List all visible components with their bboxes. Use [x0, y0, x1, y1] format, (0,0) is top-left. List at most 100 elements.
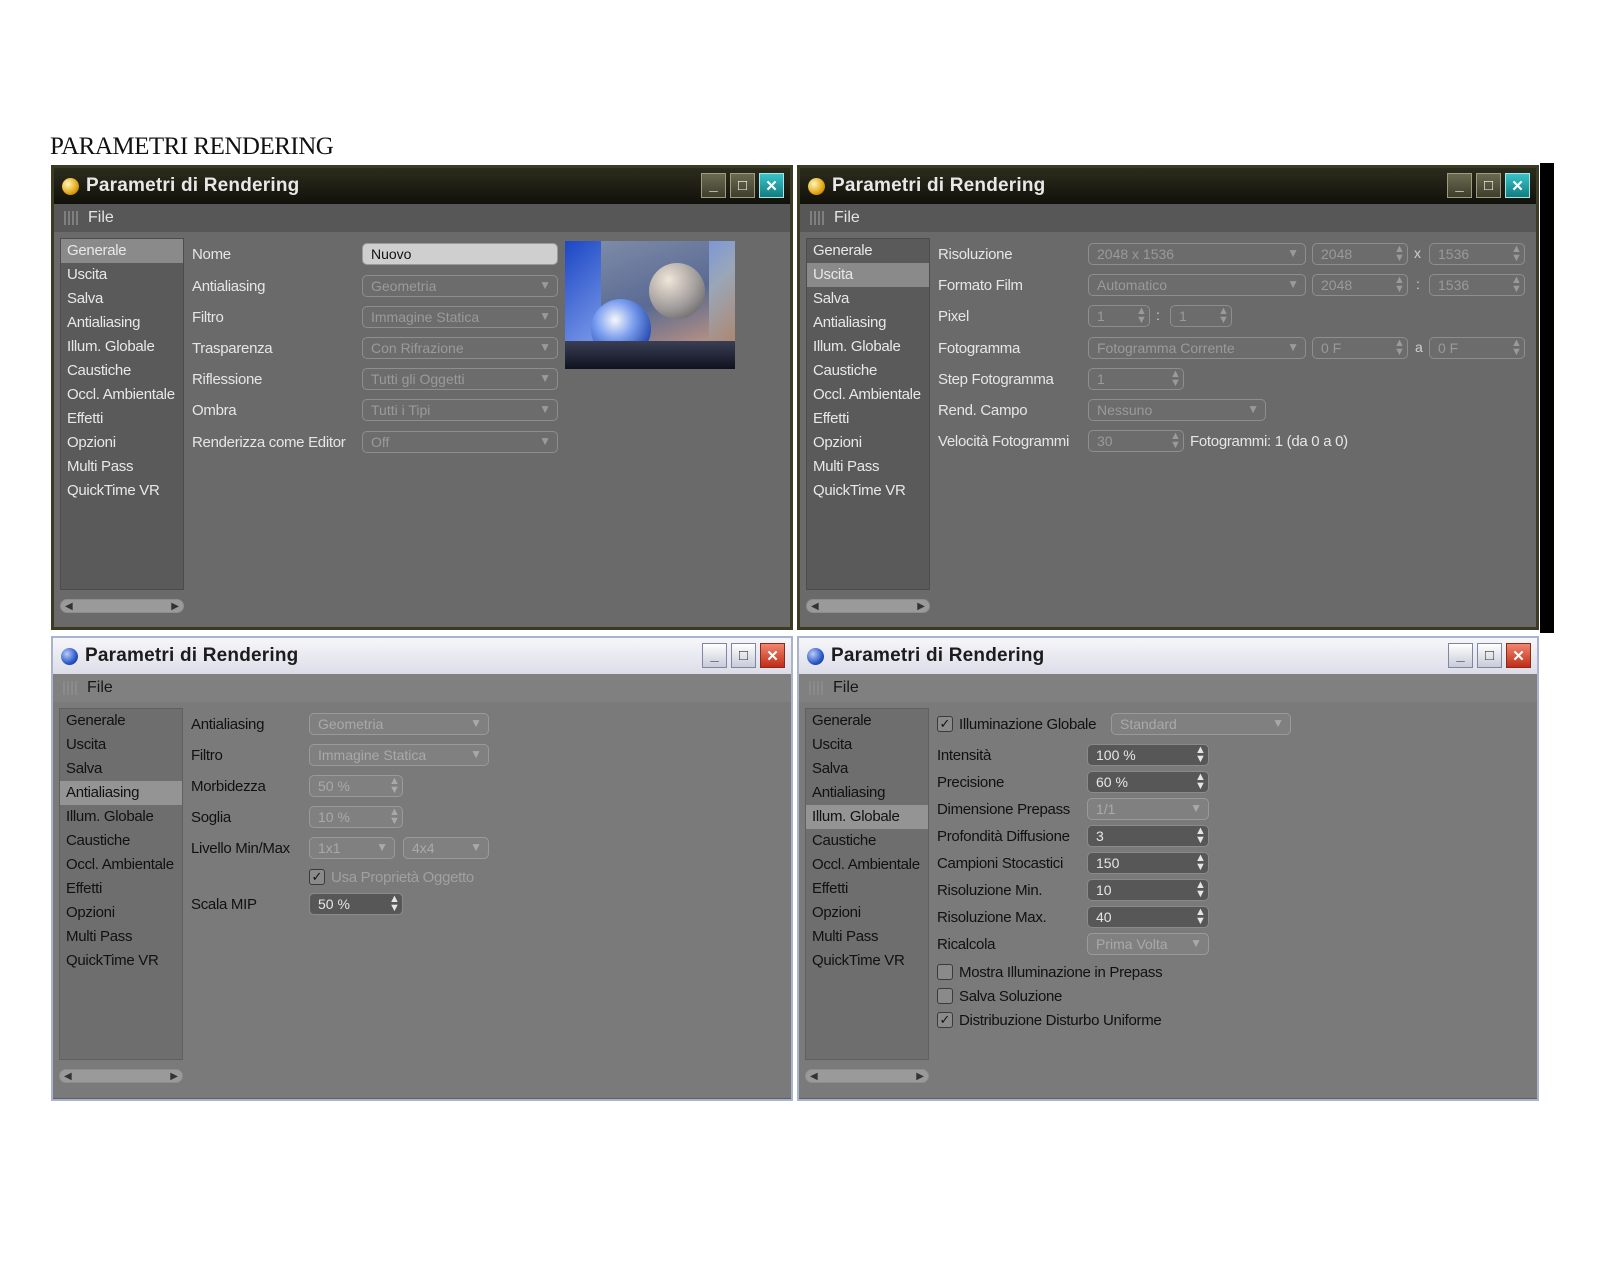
sidebar-item-salva[interactable]: Salva — [60, 757, 182, 781]
close-button[interactable]: ✕ — [759, 173, 784, 198]
sidebar-scrollbar[interactable]: ◀ ▶ — [805, 1069, 929, 1083]
step-fotogramma-field[interactable]: 1 ▲ ▼ — [1088, 368, 1184, 390]
scroll-left-icon[interactable]: ◀ — [810, 1071, 818, 1082]
spinner-icon[interactable]: ▲ ▼ — [1195, 826, 1206, 846]
scroll-right-icon[interactable]: ▶ — [171, 601, 179, 612]
sidebar-item-opzioni[interactable]: Opzioni — [61, 431, 183, 455]
sidebar-item-generale[interactable]: Generale — [806, 709, 928, 733]
scala-mip-field[interactable]: 50 % ▲ ▼ — [309, 893, 403, 915]
nome-input[interactable]: Nuovo — [362, 243, 558, 265]
sidebar-scrollbar[interactable]: ◀ ▶ — [59, 1069, 183, 1083]
dimensione-prepass-select[interactable]: 1/1 ▼ — [1087, 798, 1209, 820]
res-width-field[interactable]: 2048 ▲ ▼ — [1312, 243, 1408, 265]
sidebar-item-uscita[interactable]: Uscita — [60, 733, 182, 757]
sidebar-item-illum-globale[interactable]: Illum. Globale — [806, 805, 928, 829]
sidebar-item-occl-ambientale[interactable]: Occl. Ambientale — [806, 853, 928, 877]
sidebar-item-multi-pass[interactable]: Multi Pass — [60, 925, 182, 949]
velocita-fotogrammi-field[interactable]: 30 ▲ ▼ — [1088, 430, 1184, 452]
sidebar-item-antialiasing[interactable]: Antialiasing — [60, 781, 182, 805]
trasparenza-select[interactable]: Con Rifrazione ▼ — [362, 337, 558, 359]
close-button[interactable]: ✕ — [1505, 173, 1530, 198]
sidebar-item-quicktime-vr[interactable]: QuickTime VR — [61, 479, 183, 503]
menu-file[interactable]: File — [833, 679, 859, 697]
renderizza-editor-select[interactable]: Off ▼ — [362, 431, 558, 453]
risoluzione-select[interactable]: 2048 x 1536 ▼ — [1088, 243, 1306, 265]
precisione-field[interactable]: 60 % ▲ ▼ — [1087, 771, 1209, 793]
spinner-icon[interactable]: ▲ ▼ — [1195, 745, 1206, 765]
spinner-icon[interactable]: ▲ ▼ — [1195, 853, 1206, 873]
pixel-b-field[interactable]: 1 ▲ ▼ — [1170, 305, 1232, 327]
sidebar-item-uscita[interactable]: Uscita — [61, 263, 183, 287]
scroll-left-icon[interactable]: ◀ — [811, 601, 819, 612]
sidebar-item-antialiasing[interactable]: Antialiasing — [61, 311, 183, 335]
illuminazione-globale-checkbox[interactable]: ✓ — [937, 716, 953, 732]
profondita-diffusione-field[interactable]: 3 ▲ ▼ — [1087, 825, 1209, 847]
sidebar-item-generale[interactable]: Generale — [60, 709, 182, 733]
title-bar[interactable]: Parametri di Rendering _ □ ✕ — [54, 168, 790, 204]
campioni-stocastici-field[interactable]: 150 ▲ ▼ — [1087, 852, 1209, 874]
minimize-button[interactable]: _ — [1447, 173, 1472, 198]
minimize-button[interactable]: _ — [701, 173, 726, 198]
sidebar-scrollbar[interactable]: ◀ ▶ — [60, 599, 184, 613]
frame-to-field[interactable]: 0 F ▲ ▼ — [1429, 337, 1525, 359]
sidebar-item-occl-ambientale[interactable]: Occl. Ambientale — [61, 383, 183, 407]
sidebar-item-effetti[interactable]: Effetti — [807, 407, 929, 431]
sidebar-item-salva[interactable]: Salva — [806, 757, 928, 781]
risoluzione-max-field[interactable]: 40 ▲ ▼ — [1087, 906, 1209, 928]
spinner-icon[interactable]: ▲ ▼ — [1511, 244, 1522, 264]
spinner-icon[interactable]: ▲ ▼ — [1195, 907, 1206, 927]
film-width-field[interactable]: 2048 ▲ ▼ — [1312, 274, 1408, 296]
menu-file[interactable]: File — [87, 679, 113, 697]
scroll-left-icon[interactable]: ◀ — [64, 1071, 72, 1082]
spinner-icon[interactable]: ▲ ▼ — [1195, 880, 1206, 900]
sidebar-item-multi-pass[interactable]: Multi Pass — [807, 455, 929, 479]
sidebar-item-salva[interactable]: Salva — [807, 287, 929, 311]
maximize-button[interactable]: □ — [1476, 173, 1501, 198]
sidebar-item-multi-pass[interactable]: Multi Pass — [61, 455, 183, 479]
fotogramma-select[interactable]: Fotogramma Corrente ▼ — [1088, 337, 1306, 359]
close-button[interactable]: ✕ — [760, 643, 785, 668]
soglia-field[interactable]: 10 % ▲ ▼ — [309, 806, 403, 828]
antialiasing-select[interactable]: Geometria ▼ — [362, 275, 558, 297]
sidebar-item-caustiche[interactable]: Caustiche — [61, 359, 183, 383]
spinner-icon[interactable]: ▲ ▼ — [1394, 244, 1405, 264]
sidebar-item-salva[interactable]: Salva — [61, 287, 183, 311]
spinner-icon[interactable]: ▲ ▼ — [1218, 306, 1229, 326]
sidebar-item-opzioni[interactable]: Opzioni — [807, 431, 929, 455]
spinner-icon[interactable]: ▲ ▼ — [1394, 275, 1405, 295]
livello-max-select[interactable]: 4x4 ▼ — [403, 837, 489, 859]
scroll-right-icon[interactable]: ▶ — [916, 1071, 924, 1082]
sidebar-item-illum-globale[interactable]: Illum. Globale — [60, 805, 182, 829]
spinner-icon[interactable]: ▲ ▼ — [1394, 338, 1405, 358]
formato-film-select[interactable]: Automatico ▼ — [1088, 274, 1306, 296]
spinner-icon[interactable]: ▲ ▼ — [389, 807, 400, 827]
livello-min-select[interactable]: 1x1 ▼ — [309, 837, 395, 859]
sidebar-item-antialiasing[interactable]: Antialiasing — [807, 311, 929, 335]
sidebar-item-quicktime-vr[interactable]: QuickTime VR — [807, 479, 929, 503]
sidebar-item-caustiche[interactable]: Caustiche — [60, 829, 182, 853]
sidebar-item-effetti[interactable]: Effetti — [60, 877, 182, 901]
sidebar-item-quicktime-vr[interactable]: QuickTime VR — [60, 949, 182, 973]
scroll-right-icon[interactable]: ▶ — [170, 1071, 178, 1082]
res-height-field[interactable]: 1536 ▲ ▼ — [1429, 243, 1525, 265]
sidebar-item-illum-globale[interactable]: Illum. Globale — [807, 335, 929, 359]
minimize-button[interactable]: _ — [702, 643, 727, 668]
menu-file[interactable]: File — [834, 209, 860, 227]
ombra-select[interactable]: Tutti i Tipi ▼ — [362, 399, 558, 421]
sidebar-item-antialiasing[interactable]: Antialiasing — [806, 781, 928, 805]
frame-from-field[interactable]: 0 F ▲ ▼ — [1312, 337, 1408, 359]
distribuzione-disturbo-checkbox[interactable]: ✓ — [937, 1012, 953, 1028]
sidebar-item-quicktime-vr[interactable]: QuickTime VR — [806, 949, 928, 973]
sidebar-item-effetti[interactable]: Effetti — [806, 877, 928, 901]
menu-file[interactable]: File — [88, 209, 114, 227]
intensita-field[interactable]: 100 % ▲ ▼ — [1087, 744, 1209, 766]
pixel-a-field[interactable]: 1 ▲ ▼ — [1088, 305, 1150, 327]
sidebar-item-caustiche[interactable]: Caustiche — [806, 829, 928, 853]
sidebar-item-illum-globale[interactable]: Illum. Globale — [61, 335, 183, 359]
sidebar-item-caustiche[interactable]: Caustiche — [807, 359, 929, 383]
spinner-icon[interactable]: ▲ ▼ — [1170, 431, 1181, 451]
salva-soluzione-checkbox[interactable] — [937, 988, 953, 1004]
spinner-icon[interactable]: ▲ ▼ — [1136, 306, 1147, 326]
close-button[interactable]: ✕ — [1506, 643, 1531, 668]
minimize-button[interactable]: _ — [1448, 643, 1473, 668]
